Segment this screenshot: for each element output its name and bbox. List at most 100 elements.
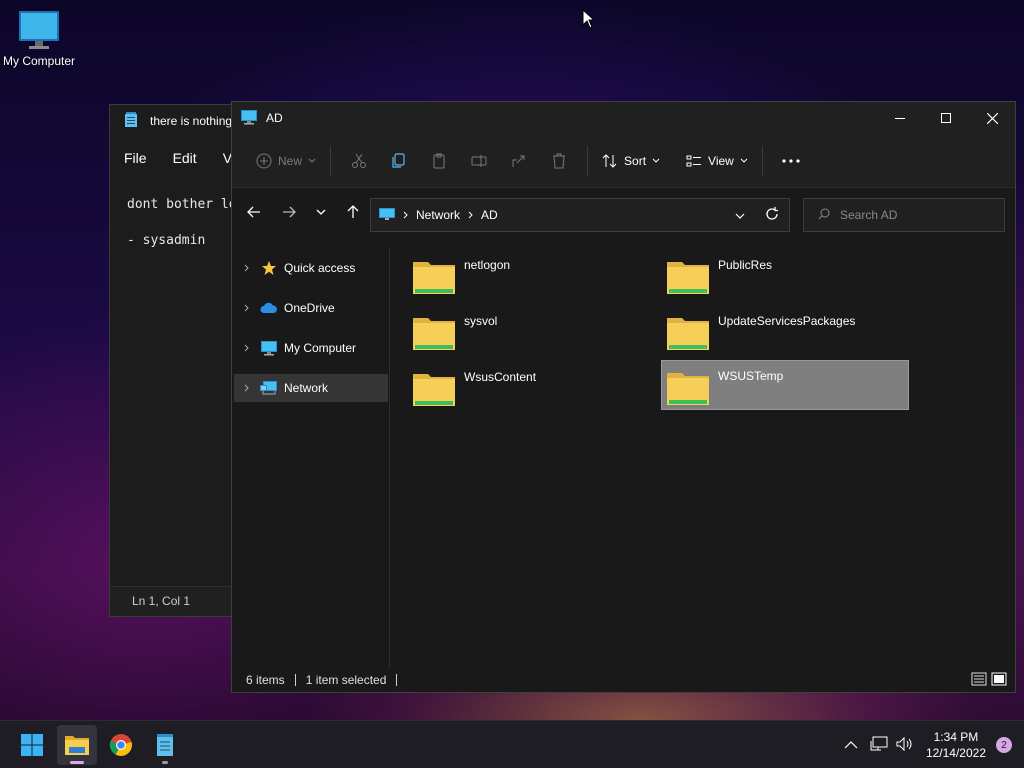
nav-label: Network: [284, 381, 329, 395]
chevron-down-icon: [740, 158, 748, 163]
share-icon: [512, 155, 525, 167]
desktop-icon-label: My Computer: [2, 54, 76, 68]
folder-icon: [666, 256, 710, 299]
address-bar[interactable]: Network AD: [370, 198, 790, 232]
file-list: netlogon PublicRes sysvol UpdateServices…: [392, 248, 1015, 668]
folder-item-netlogon[interactable]: netlogon: [392, 252, 640, 302]
folder-item-updateservicespackages[interactable]: UpdateServicesPackages: [646, 308, 894, 358]
clock[interactable]: 1:34 PM 12/14/2022: [926, 729, 986, 761]
folder-icon: [666, 312, 710, 355]
chevron-right-icon[interactable]: [234, 344, 258, 352]
menu-file[interactable]: File: [124, 150, 147, 166]
notepad-icon: [157, 734, 173, 756]
details-view-icon: [971, 672, 987, 686]
forward-button[interactable]: [273, 196, 305, 228]
folder-icon: [412, 368, 456, 411]
sort-button[interactable]: Sort: [596, 145, 666, 177]
view-list-icon: [686, 155, 702, 166]
trash-icon: [553, 153, 566, 168]
arrow-left-icon: [247, 206, 260, 218]
up-button[interactable]: [337, 196, 369, 228]
breadcrumb-ad[interactable]: AD: [481, 208, 498, 222]
chevron-right-icon[interactable]: [234, 304, 258, 312]
share-button[interactable]: [499, 145, 539, 177]
nav-item-quick-access[interactable]: Quick access: [234, 254, 388, 282]
notepad-title: there is nothing: [150, 114, 233, 128]
divider: [294, 674, 296, 686]
paste-button[interactable]: [419, 145, 459, 177]
active-indicator: [70, 761, 84, 764]
delete-button[interactable]: [539, 145, 579, 177]
taskbar-chrome[interactable]: [101, 725, 141, 765]
menu-edit[interactable]: Edit: [173, 150, 197, 166]
scissors-icon: [352, 153, 367, 168]
mouse-cursor-icon: [582, 8, 596, 32]
navigation-pane: Quick access OneDrive My Computer Networ…: [232, 248, 390, 668]
file-explorer-icon: [65, 736, 89, 755]
plus-circle-icon: [256, 153, 272, 168]
nav-item-my-computer[interactable]: My Computer: [234, 334, 388, 362]
notepad-window[interactable]: there is nothing File Edit V dont bother…: [109, 104, 239, 617]
rename-button[interactable]: [459, 145, 499, 177]
folder-item-sysvol[interactable]: sysvol: [392, 308, 640, 358]
nav-label: OneDrive: [284, 301, 335, 315]
nav-item-network[interactable]: Network: [234, 374, 388, 402]
start-button[interactable]: [12, 725, 52, 765]
view-label: View: [708, 153, 734, 168]
star-icon: [258, 260, 280, 276]
search-box[interactable]: Search AD: [803, 198, 1005, 232]
text-line: - sysadmin: [127, 233, 206, 248]
details-view-button[interactable]: [971, 671, 987, 690]
sort-label: Sort: [624, 153, 647, 168]
file-explorer-window[interactable]: AD New Sort View Network AD Search AD Qu…: [231, 101, 1016, 693]
recent-locations-button[interactable]: [305, 196, 337, 228]
refresh-button[interactable]: [765, 207, 779, 224]
chevron-down-icon: [652, 158, 660, 163]
chevron-right-icon[interactable]: [234, 264, 258, 272]
start-icon: [21, 734, 43, 756]
taskbar-notepad[interactable]: [145, 725, 185, 765]
notification-badge[interactable]: 2: [996, 737, 1012, 753]
notepad-text-area[interactable]: dont bother lo - sysadmin: [110, 179, 238, 259]
breadcrumb-network[interactable]: Network: [416, 208, 460, 222]
network-status-icon[interactable]: [870, 736, 888, 755]
minimize-button[interactable]: [877, 102, 923, 134]
view-button[interactable]: View: [680, 145, 754, 177]
clock-date: 12/14/2022: [925, 746, 986, 760]
volume-icon[interactable]: [896, 736, 914, 755]
nav-item-onedrive[interactable]: OneDrive: [234, 294, 388, 322]
address-history-button[interactable]: [735, 208, 745, 222]
network-icon: [258, 380, 280, 396]
new-button[interactable]: New: [250, 145, 322, 177]
folder-item-wsustemp[interactable]: WSUSTemp: [661, 360, 909, 410]
maximize-button[interactable]: [923, 102, 969, 134]
divider: [587, 145, 589, 176]
desktop-icon-my-computer[interactable]: My Computer: [0, 8, 78, 68]
clock-time: 1:34 PM: [933, 730, 979, 744]
more-options-button[interactable]: [771, 145, 811, 177]
close-button[interactable]: [969, 102, 1015, 134]
folder-item-wsuscontent[interactable]: WsusContent: [392, 364, 640, 414]
cut-button[interactable]: [339, 145, 379, 177]
search-icon: [818, 208, 830, 223]
folder-name: netlogon: [464, 258, 511, 272]
maximize-icon: [941, 113, 951, 123]
notepad-titlebar[interactable]: there is nothing: [110, 105, 238, 137]
divider: [330, 145, 332, 176]
explorer-titlebar[interactable]: AD: [232, 102, 1015, 134]
arrow-right-icon: [283, 206, 296, 218]
taskbar-file-explorer[interactable]: [57, 725, 97, 765]
network-computer-icon: [240, 109, 258, 128]
back-button[interactable]: [238, 196, 270, 228]
nav-label: Quick access: [284, 261, 356, 275]
folder-item-publicres[interactable]: PublicRes: [646, 252, 894, 302]
chevron-right-icon[interactable]: [234, 384, 258, 392]
chrome-icon: [109, 734, 132, 756]
chevron-right-icon: [403, 208, 408, 222]
search-placeholder: Search AD: [840, 208, 898, 222]
tiles-view-button[interactable]: [991, 671, 1007, 690]
cloud-icon: [258, 302, 280, 314]
show-hidden-icons-button[interactable]: [844, 738, 858, 752]
more-dots-icon: [782, 158, 800, 163]
copy-button[interactable]: [379, 145, 419, 177]
